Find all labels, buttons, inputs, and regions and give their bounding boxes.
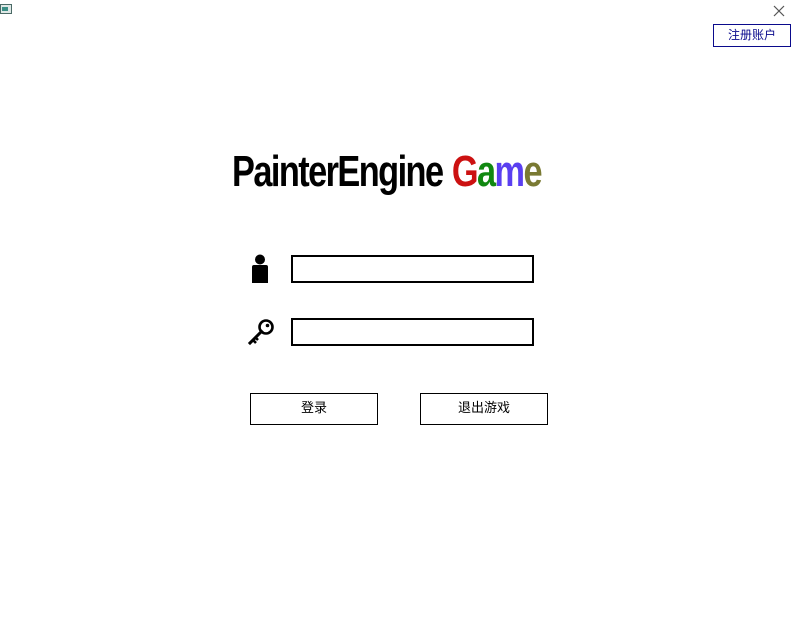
user-icon: [252, 254, 268, 283]
key-icon: [247, 319, 274, 346]
password-input[interactable]: [291, 318, 534, 346]
logo-letter: m: [494, 147, 526, 196]
app-window-icon: [0, 4, 12, 14]
game-logo: PainterEngine Game: [232, 146, 543, 202]
close-icon[interactable]: [771, 3, 787, 19]
username-input[interactable]: [291, 255, 534, 283]
register-account-button[interactable]: 注册账户: [713, 24, 791, 47]
login-button[interactable]: 登录: [250, 393, 378, 425]
logo-letter: G: [451, 147, 479, 196]
exit-game-button[interactable]: 退出游戏: [420, 393, 548, 425]
logo-letter: a: [476, 147, 496, 196]
logo-letter: e: [523, 147, 542, 196]
logo-text-game: Game: [451, 146, 543, 198]
logo-text-painterengine: PainterEngine: [232, 147, 444, 196]
